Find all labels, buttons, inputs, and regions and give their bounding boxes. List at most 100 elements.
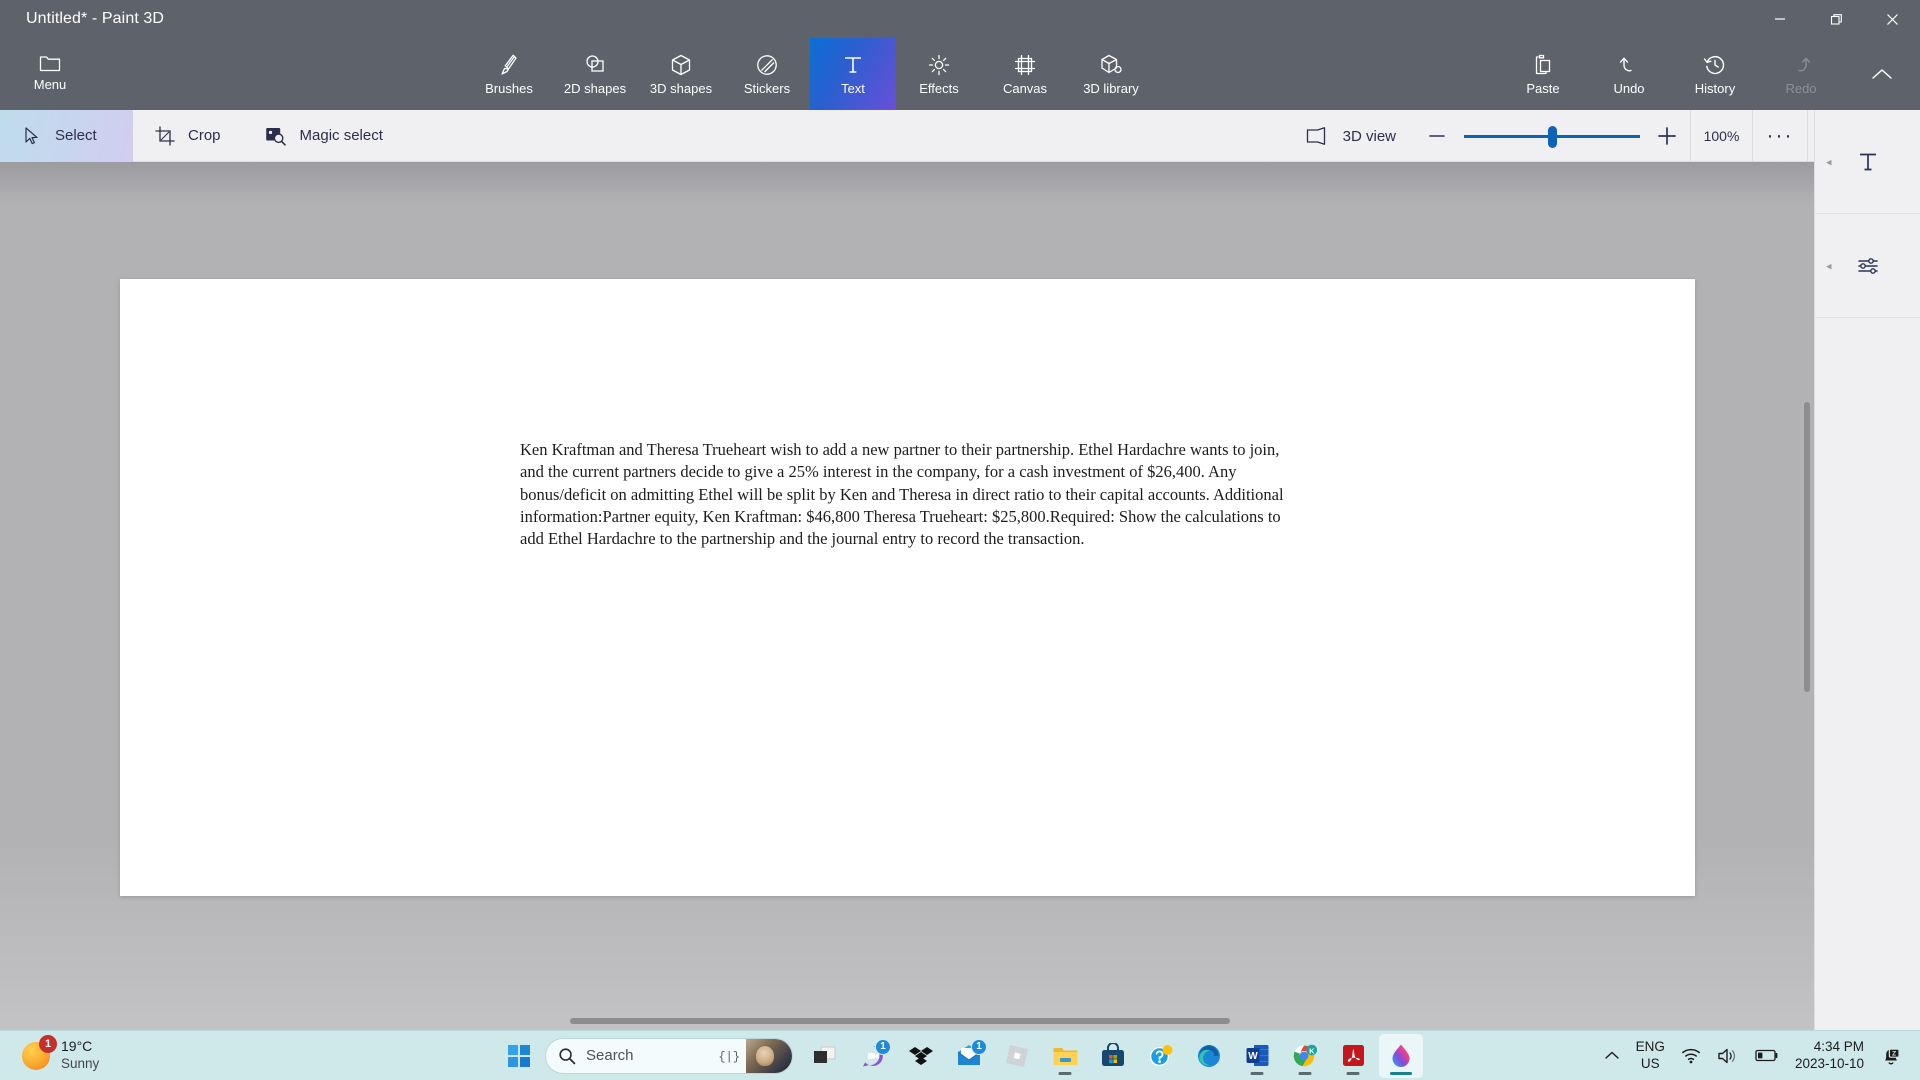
3d-library-icon — [1101, 54, 1122, 73]
taskbar-item-google-chrome[interactable]: K — [1283, 1034, 1327, 1078]
text-T-icon — [1859, 153, 1876, 170]
minimize-button[interactable] — [1752, 0, 1808, 38]
zoom-slider-knob[interactable] — [1548, 126, 1557, 148]
3d-view-button[interactable]: 3D view — [1287, 110, 1414, 162]
3d-view-label: 3D view — [1342, 127, 1396, 145]
horizontal-scrollbar[interactable] — [570, 1018, 1230, 1024]
undo-label: Undo — [1613, 80, 1645, 96]
zoom-in-button[interactable] — [1644, 110, 1690, 162]
code-glyph-icon: {|} — [718, 1049, 740, 1064]
chrome-icon: K — [1293, 1044, 1318, 1066]
crop-label: Crop — [188, 127, 221, 144]
canvas-stage[interactable]: Ken Kraftman and Theresa Trueheart wish … — [0, 162, 1814, 1030]
canvas-paper[interactable]: Ken Kraftman and Theresa Trueheart wish … — [120, 279, 1695, 896]
volume-button[interactable] — [1709, 1036, 1747, 1076]
maximize-button[interactable] — [1808, 0, 1864, 38]
ribbon-actions: Paste Undo History Redo — [1500, 38, 1844, 110]
3d-shapes-icon — [671, 54, 691, 75]
battery-icon — [1755, 1049, 1778, 1062]
vertical-scrollbar[interactable] — [1804, 402, 1810, 692]
redo-label: Redo — [1785, 80, 1817, 96]
weather-badge: 1 — [39, 1034, 57, 1053]
weather-condition: Sunny — [61, 1055, 100, 1071]
tab-text[interactable]: Text — [810, 38, 896, 110]
history-icon — [1703, 55, 1725, 74]
tab-2d-shapes[interactable]: 2D shapes — [552, 38, 638, 110]
text-icon — [845, 56, 861, 73]
crop-icon — [155, 125, 175, 146]
paste-button[interactable]: Paste — [1500, 38, 1586, 110]
taskbar-item-roblox[interactable] — [995, 1034, 1039, 1078]
chevron-up-icon — [1604, 1051, 1619, 1059]
undo-button[interactable]: Undo — [1586, 38, 1672, 110]
taskbar-item-get-help[interactable] — [1139, 1034, 1183, 1078]
collapse-left-arrow-icon[interactable]: ◂ — [1826, 155, 1832, 168]
taskbar-item-paint-3d[interactable] — [1379, 1033, 1423, 1078]
minus-icon — [1429, 135, 1445, 137]
taskbar-item-mail[interactable]: 1 — [947, 1034, 991, 1078]
clock-date: 2023-10-10 — [1794, 1055, 1864, 1071]
collapse-ribbon-button[interactable] — [1854, 38, 1910, 110]
history-button[interactable]: History — [1672, 38, 1758, 110]
svg-text:K: K — [1309, 1046, 1315, 1055]
taskbar-item-adobe-acrobat[interactable] — [1331, 1034, 1375, 1078]
language-indicator[interactable]: ENG US — [1628, 1036, 1673, 1076]
tab-brushes[interactable]: Brushes — [466, 38, 552, 110]
folder-icon — [1053, 1047, 1077, 1065]
speaker-icon — [1718, 1048, 1735, 1063]
clock[interactable]: 4:34 PM 2023-10-10 — [1787, 1036, 1872, 1076]
tab-effects[interactable]: Effects — [896, 38, 982, 110]
crop-button[interactable]: Crop — [133, 110, 243, 162]
weather-widget[interactable]: 1 19°C Sunny — [22, 1034, 100, 1072]
history-label: History — [1694, 80, 1736, 96]
collapse-left-arrow-icon-2[interactable]: ◂ — [1826, 259, 1832, 272]
taskbar-center: Search {|} 1 1 W K — [497, 1031, 1423, 1080]
taskbar-item-dropbox[interactable] — [899, 1034, 943, 1078]
tab-canvas[interactable]: Canvas — [982, 38, 1068, 110]
canvas-text-object[interactable]: Ken Kraftman and Theresa Trueheart wish … — [520, 439, 1284, 550]
redo-button[interactable]: Redo — [1758, 38, 1844, 110]
magic-select-button[interactable]: Magic select — [243, 110, 405, 162]
select-button[interactable]: Select — [0, 109, 133, 162]
battery-button[interactable] — [1747, 1036, 1787, 1076]
tab-3d-library[interactable]: 3D library — [1068, 38, 1154, 110]
zoom-level-value[interactable]: 100% — [1690, 110, 1752, 162]
notifications-button[interactable]: Z — [1872, 1036, 1910, 1076]
zoom-out-button[interactable] — [1414, 110, 1460, 162]
magic-select-icon — [265, 127, 286, 146]
search-avatar-image — [746, 1038, 792, 1073]
window-title: Untitled* - Paint 3D — [26, 10, 165, 27]
more-options-button[interactable]: ··· — [1752, 110, 1808, 162]
sliders-icon — [1857, 257, 1878, 274]
stickers-icon — [757, 54, 777, 75]
taskbar-item-microsoft-store[interactable] — [1091, 1034, 1135, 1078]
taskbar-item-task-view[interactable] — [803, 1034, 847, 1078]
menu-button[interactable]: Menu — [14, 40, 86, 106]
paint3d-icon — [1392, 1044, 1410, 1067]
taskbar-item-chat[interactable]: 1 — [851, 1034, 895, 1078]
sun-icon: 1 — [22, 1034, 57, 1070]
search-input[interactable]: Search {|} — [545, 1037, 793, 1074]
tab-stickers[interactable]: Stickers — [724, 38, 810, 110]
active-indicator — [1390, 1071, 1412, 1075]
text-panel-button[interactable]: ◂ — [1815, 110, 1920, 214]
running-indicator — [1250, 1071, 1264, 1075]
taskbar-item-file-explorer[interactable] — [1043, 1034, 1087, 1078]
mail-badge: 1 — [971, 1038, 987, 1055]
2d-shapes-icon — [586, 54, 604, 72]
zoom-slider[interactable] — [1464, 110, 1640, 162]
cursor-icon — [25, 126, 38, 144]
tray-overflow-button[interactable] — [1596, 1036, 1628, 1076]
svg-text:W: W — [1248, 1051, 1258, 1062]
network-button[interactable] — [1673, 1036, 1709, 1076]
running-indicator — [1346, 1071, 1360, 1075]
tab-3d-shapes[interactable]: 3D shapes — [638, 38, 724, 110]
taskbar-item-microsoft-edge[interactable] — [1187, 1034, 1231, 1078]
chat-badge: 1 — [875, 1038, 891, 1055]
close-button[interactable] — [1864, 0, 1920, 38]
paste-icon — [1535, 54, 1551, 74]
taskbar-item-microsoft-word[interactable]: W — [1235, 1034, 1279, 1078]
adjustments-panel-button[interactable]: ◂ — [1815, 214, 1920, 318]
start-button[interactable] — [497, 1034, 541, 1078]
running-indicator — [1058, 1071, 1072, 1075]
